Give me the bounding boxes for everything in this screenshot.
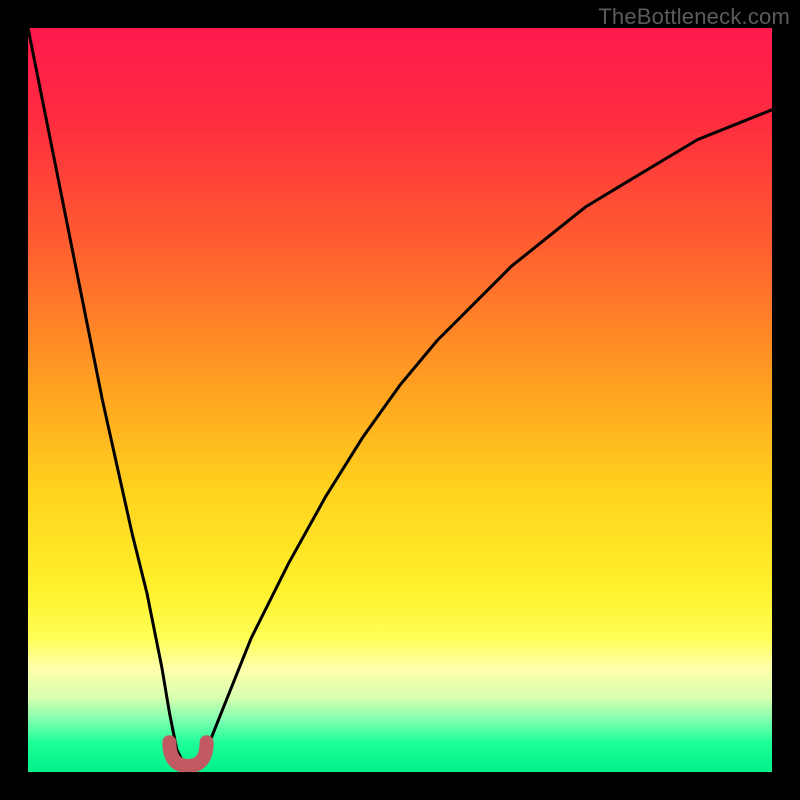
minimum-marker <box>169 742 206 766</box>
plot-area <box>28 28 772 772</box>
chart-svg <box>28 28 772 772</box>
chart-frame: TheBottleneck.com <box>0 0 800 800</box>
bottleneck-curve <box>28 28 772 772</box>
watermark-text: TheBottleneck.com <box>598 4 790 30</box>
